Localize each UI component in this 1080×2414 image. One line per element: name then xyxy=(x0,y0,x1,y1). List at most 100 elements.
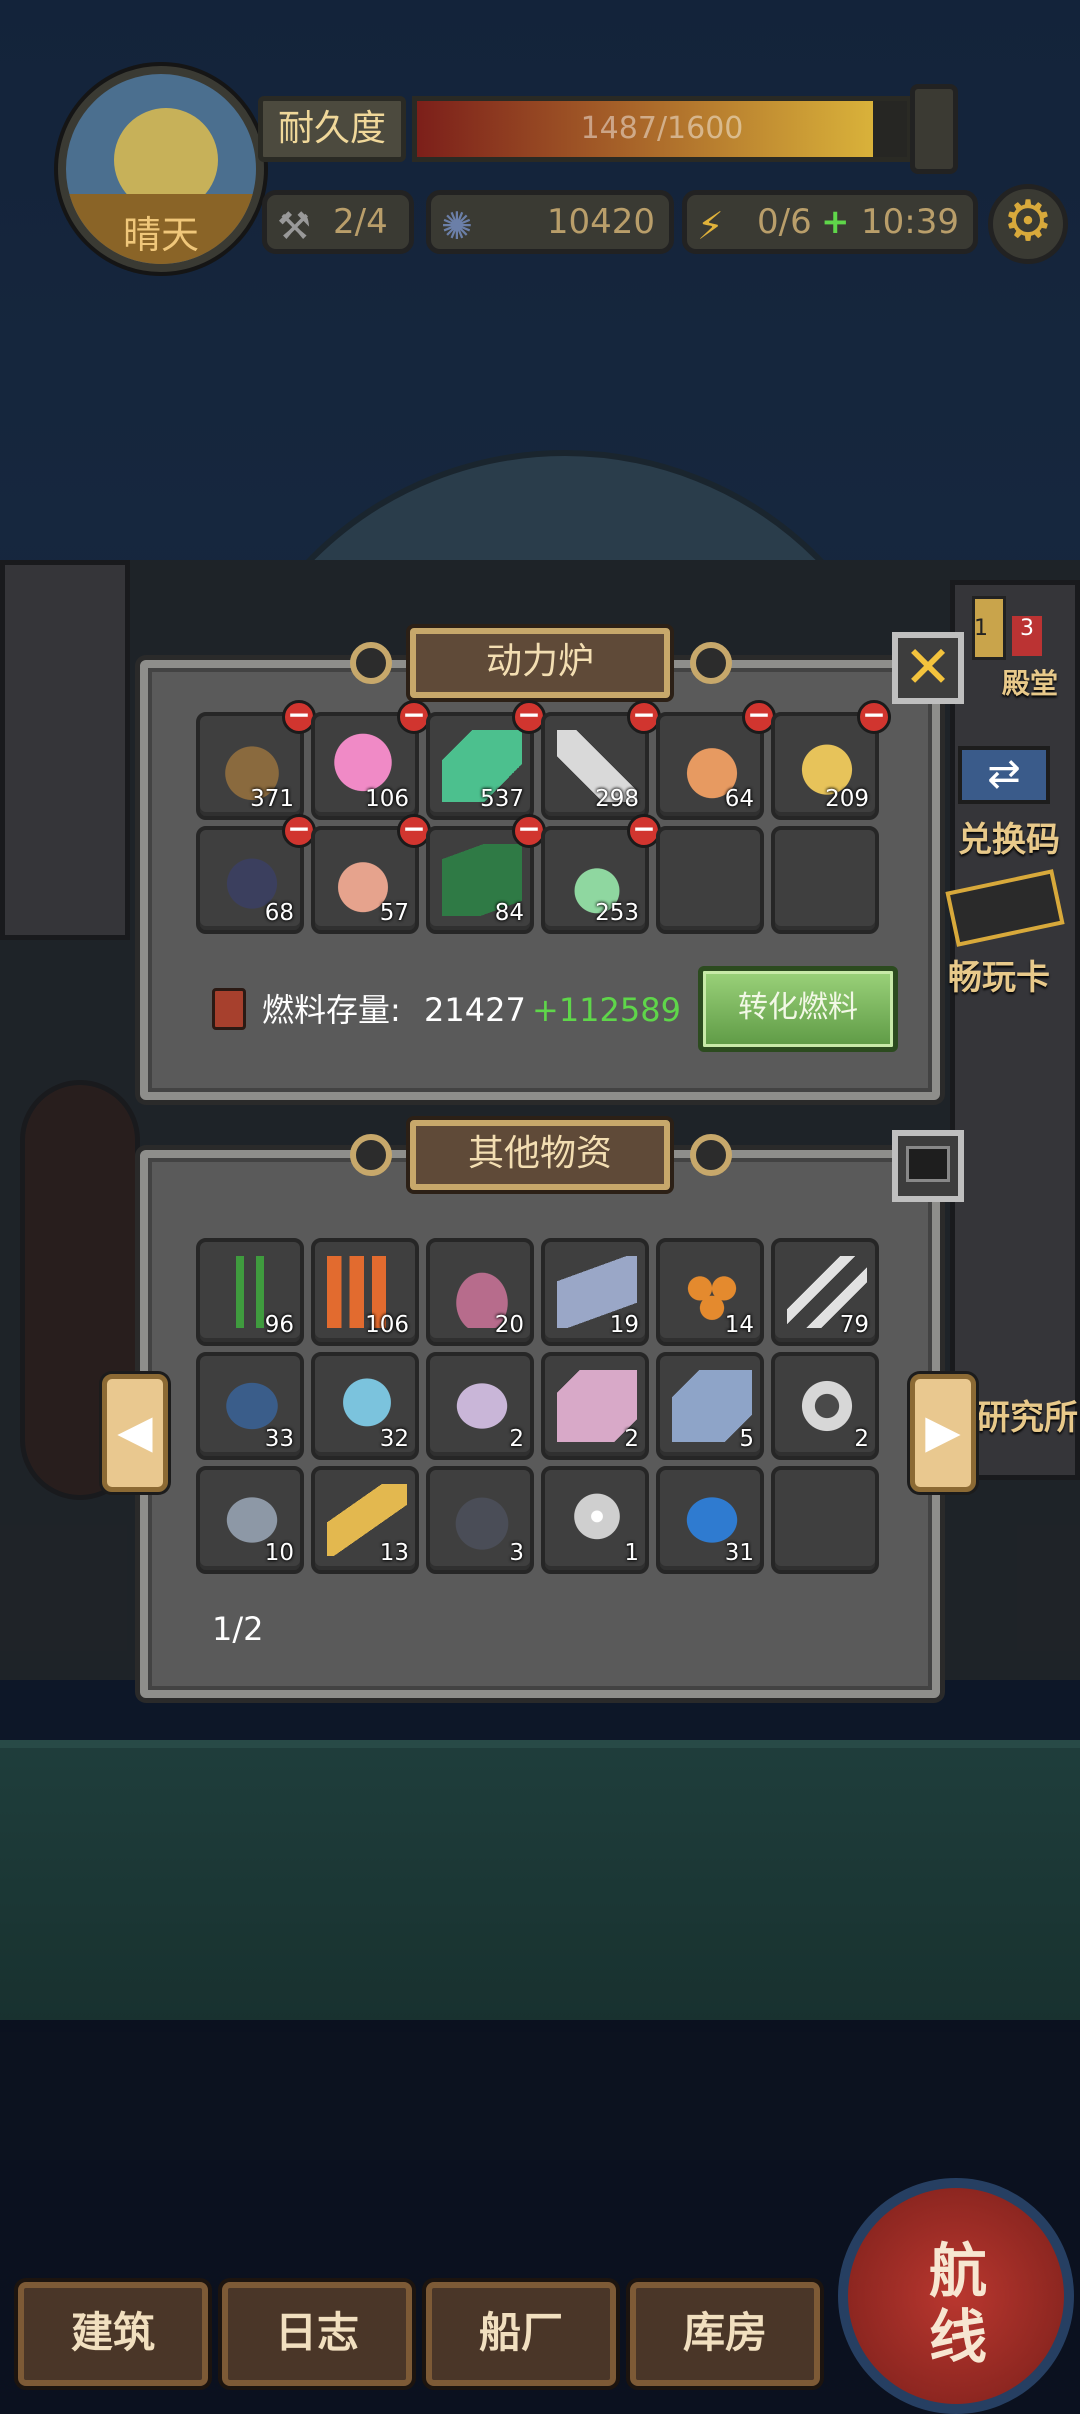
durability-bar: 1487/1600 xyxy=(412,96,912,162)
item-quantity: 106 xyxy=(365,786,409,812)
durability-value: 1487/1600 xyxy=(580,111,744,146)
durability-bar-cap xyxy=(910,84,958,174)
nav-log-button[interactable]: 日志 xyxy=(222,2282,412,2386)
nav-shipyard-button[interactable]: 船厂 xyxy=(426,2282,616,2386)
item-quantity: 96 xyxy=(264,1312,294,1338)
item-quantity: 31 xyxy=(724,1540,754,1566)
item-slot[interactable]: 32 xyxy=(311,1352,419,1460)
item-quantity: 20 xyxy=(494,1312,524,1338)
item-slot[interactable]: 68− xyxy=(196,814,316,934)
item-quantity: 2 xyxy=(509,1426,524,1452)
energy-timer: 10:39 xyxy=(861,202,959,242)
item-slot[interactable]: 64− xyxy=(656,700,776,820)
weather-label: 晴天 xyxy=(122,213,199,257)
item-slot[interactable]: 10 xyxy=(196,1466,304,1574)
item-quantity: 371 xyxy=(250,786,294,812)
item-quantity: 106 xyxy=(365,1312,409,1338)
item-quantity: 537 xyxy=(480,786,524,812)
item-quantity: 2 xyxy=(854,1426,869,1452)
redeem-ticket-icon: ⇄ xyxy=(958,746,1050,804)
item-slot[interactable]: 79 xyxy=(771,1238,879,1346)
item-quantity: 3 xyxy=(509,1540,524,1566)
remove-minus-icon[interactable]: − xyxy=(857,700,891,734)
item-slot[interactable]: 106 xyxy=(311,1238,419,1346)
route-label: 航线 xyxy=(928,2237,987,2371)
item-slot[interactable]: 2 xyxy=(771,1352,879,1460)
item-quantity: 57 xyxy=(379,900,409,926)
item-slot[interactable]: 3 xyxy=(426,1466,534,1574)
energy-counter[interactable]: ⚡ 0/6 + 10:39 xyxy=(682,190,978,254)
item-quantity: 253 xyxy=(595,900,639,926)
route-button[interactable]: 航线 xyxy=(838,2178,1074,2414)
item-slot[interactable]: 84− xyxy=(426,814,546,934)
fuel-storage-value: 21427 xyxy=(424,991,526,1029)
item-slot[interactable]: 2 xyxy=(541,1352,649,1460)
item-quantity: 5 xyxy=(739,1426,754,1452)
empty-slot[interactable] xyxy=(656,826,764,934)
item-quantity: 33 xyxy=(264,1426,294,1452)
hall-badge-a: 1 xyxy=(974,616,988,641)
item-slot[interactable]: 537− xyxy=(426,700,546,820)
item-slot[interactable]: 13 xyxy=(311,1466,419,1574)
item-quantity: 68 xyxy=(264,900,294,926)
settings-gear-icon[interactable]: ⚙ xyxy=(988,184,1068,264)
hall-shortcut[interactable]: 殿堂 xyxy=(1002,662,1058,702)
tools-counter[interactable]: ⚒ 2/4 xyxy=(262,190,414,254)
energy-value: 0/6 xyxy=(757,202,812,242)
empty-slot[interactable] xyxy=(771,826,879,934)
item-slot[interactable]: 33 xyxy=(196,1352,304,1460)
panel-toggle-button[interactable] xyxy=(892,1130,964,1202)
next-page-button[interactable]: ▶ xyxy=(910,1374,976,1492)
fuel-gain-value: +112589 xyxy=(532,991,681,1029)
item-quantity: 32 xyxy=(379,1426,409,1452)
nav-build-button[interactable]: 建筑 xyxy=(18,2282,208,2386)
item-slot[interactable]: 14 xyxy=(656,1238,764,1346)
item-slot[interactable]: 5 xyxy=(656,1352,764,1460)
prev-page-button[interactable]: ◀ xyxy=(102,1374,168,1492)
convert-fuel-button[interactable]: 转化燃料 xyxy=(698,966,898,1052)
hammer-wrench-icon: ⚒ xyxy=(277,204,312,248)
fish-coin-icon: ✺ xyxy=(441,204,473,248)
item-quantity: 298 xyxy=(595,786,639,812)
currency-value: 10420 xyxy=(546,202,655,242)
empty-slot[interactable] xyxy=(771,1466,879,1574)
arrow-left-icon: ◀ xyxy=(117,1404,153,1458)
item-slot[interactable]: 253− xyxy=(541,814,661,934)
item-slot[interactable]: 96 xyxy=(196,1238,304,1346)
item-quantity: 19 xyxy=(609,1312,639,1338)
item-quantity: 84 xyxy=(494,900,524,926)
energy-plus-icon[interactable]: + xyxy=(821,195,850,249)
hall-badge-b: 3 xyxy=(1012,616,1042,656)
item-slot[interactable]: 298− xyxy=(541,700,661,820)
item-quantity: 13 xyxy=(379,1540,409,1566)
item-quantity: 209 xyxy=(825,786,869,812)
close-icon[interactable]: ✕ xyxy=(892,632,964,704)
durability-label: 耐久度 xyxy=(258,96,406,162)
item-slot[interactable]: 2 xyxy=(426,1352,534,1460)
card-pass-shortcut[interactable]: 畅玩卡 xyxy=(948,950,1050,999)
weather-indicator[interactable]: 晴天 xyxy=(58,66,264,272)
arrow-right-icon: ▶ xyxy=(925,1404,961,1458)
page-indicator: 1/2 xyxy=(212,1610,264,1648)
item-slot[interactable]: 19 xyxy=(541,1238,649,1346)
item-quantity: 79 xyxy=(839,1312,869,1338)
nav-warehouse-button[interactable]: 库房 xyxy=(630,2282,820,2386)
item-slot[interactable]: 106− xyxy=(311,700,431,820)
item-quantity: 64 xyxy=(724,786,754,812)
item-slot[interactable]: 371− xyxy=(196,700,316,820)
redeem-code-shortcut[interactable]: 兑换码 xyxy=(958,812,1060,861)
lightning-icon: ⚡ xyxy=(697,204,724,248)
research-shortcut[interactable]: 研究所 xyxy=(976,1390,1078,1439)
item-slot[interactable]: 31 xyxy=(656,1466,764,1574)
item-slot[interactable]: 1 xyxy=(541,1466,649,1574)
item-slot[interactable]: 57− xyxy=(311,814,431,934)
fuel-can-icon xyxy=(212,988,246,1030)
item-slot[interactable]: 20 xyxy=(426,1238,534,1346)
fuel-storage-label: 燃料存量: xyxy=(262,991,401,1029)
item-quantity: 14 xyxy=(724,1312,754,1338)
item-quantity: 10 xyxy=(264,1540,294,1566)
tools-value: 2/4 xyxy=(333,202,388,242)
item-slot[interactable]: 209 − xyxy=(771,700,891,820)
reactor-title: 动力炉 xyxy=(410,628,670,698)
currency-counter[interactable]: ✺ 10420 xyxy=(426,190,674,254)
